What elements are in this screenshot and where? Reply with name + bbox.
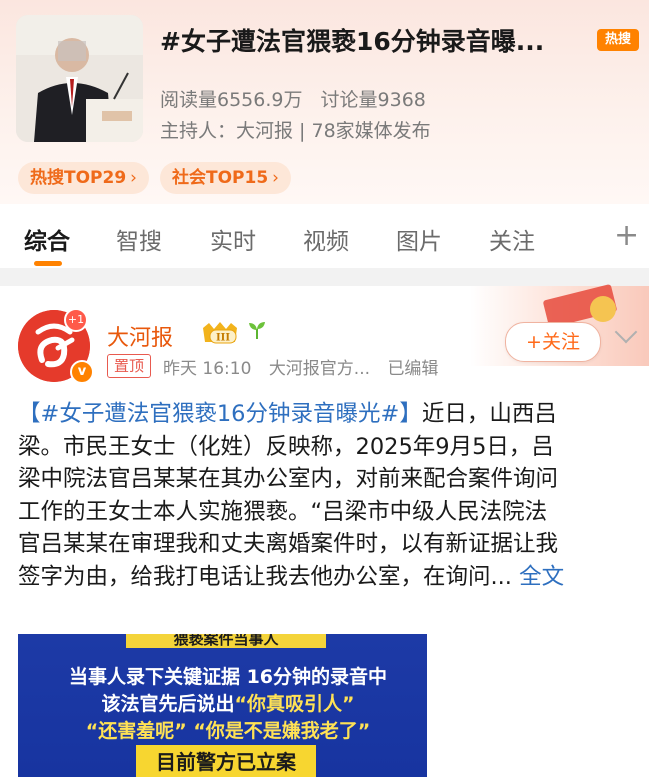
media-caption-quote: “你是不是嫌我老了” [193, 720, 371, 742]
verified-icon: v [70, 360, 94, 384]
post-video-thumbnail[interactable]: 猥亵案件当事人 当事人录下关键证据 16分钟的录音中 该法官先后说出“你真吸引人… [18, 634, 427, 777]
post-source[interactable]: 大河报官方... [269, 359, 370, 379]
post-line-4: 工作的王女士本人实施猥亵。“吕梁市中级人民法院法 [18, 498, 548, 525]
post-time: 昨天 16:10 [163, 359, 252, 379]
weibo-post-card: +1 v 大河报 III 置顶 昨天 16:10 大河报官方... 已编辑 +关… [0, 283, 649, 777]
topic-title: #女子遭法官猥亵16分钟录音曝... [160, 27, 545, 56]
sprout-icon [248, 320, 266, 345]
post-line-5: 官吕某某在审理我和丈夫离婚案件时，以有新证据让我 [18, 531, 559, 557]
expand-full-text-link[interactable]: 全文 [519, 564, 564, 590]
edited-label[interactable]: 已编辑 [387, 359, 438, 379]
tab-comprehensive[interactable]: 综合 [24, 222, 70, 256]
pinned-badge: 置顶 [107, 354, 152, 378]
discussion-count: 讨论量9368 [320, 89, 426, 111]
post-line-3: 梁中院法官吕某某在其办公室内，对前来配合案件询问 [18, 466, 559, 492]
tab-smart-search[interactable]: 智搜 [116, 222, 162, 256]
media-top-caption: 猥亵案件当事人 [173, 634, 279, 648]
post-text-segment: 近日，山西吕 [421, 401, 557, 427]
post-text-segment: 签字为由，给我打电话让我去他办公室，在询问... [18, 563, 512, 590]
follow-button[interactable]: +关注 [505, 322, 601, 362]
post-line-6: 签字为由，给我打电话让我去他办公室，在询问... 全文 [18, 561, 636, 594]
topic-hashtag-link[interactable]: 【#女子遭法官猥亵16分钟录音曝光#】 [18, 401, 422, 427]
section-divider [0, 268, 649, 286]
rank-pill-society[interactable]: 社会TOP15 › [160, 162, 291, 194]
post-line-2: 梁。市民王女士（化姓）反映称，2025年9月5日，吕 [18, 433, 554, 460]
topic-header: #女子遭法官猥亵16分钟录音曝... 热搜 阅读量6556.9万 讨论量9368… [0, 0, 649, 204]
topic-host-info: 主持人：大河报 | 78家媒体发布 [160, 120, 431, 142]
media-banner: 目前警方已立案 [136, 745, 316, 777]
member-crown-icon: III [203, 322, 237, 344]
tab-realtime[interactable]: 实时 [210, 222, 256, 256]
tab-video[interactable]: 视频 [303, 222, 349, 256]
rank-label: 热搜TOP29 [30, 168, 127, 188]
post-meta: 昨天 16:10 大河报官方... 已编辑 [163, 354, 450, 379]
chevron-right-icon: › [272, 168, 279, 188]
topic-cover-image[interactable] [16, 15, 143, 142]
topic-stats: 阅读量6556.9万 讨论量9368 [160, 85, 438, 112]
post-body: 【#女子遭法官猥亵16分钟录音曝光#】近日，山西吕 梁。市民王女士（化姓）反映称… [18, 398, 636, 593]
media-caption-text: 该法官先后说出 [101, 693, 235, 715]
read-count: 阅读量6556.9万 [160, 89, 303, 111]
hot-search-badge: 热搜 [597, 29, 639, 51]
media-caption-quote: “你真吸引人” [234, 693, 355, 715]
star-decoration-icon [590, 296, 616, 322]
rank-label: 社会TOP15 [172, 168, 269, 188]
member-level-text: III [216, 333, 230, 344]
cover-photo-illustration [16, 15, 143, 142]
chevron-right-icon: › [130, 168, 137, 188]
tab-images[interactable]: 图片 [396, 222, 442, 256]
tab-following[interactable]: 关注 [489, 222, 535, 256]
media-caption-line-3: “还害羞呢” “你是不是嫌我老了” [48, 716, 408, 743]
rank-pill-hot-search[interactable]: 热搜TOP29 › [18, 162, 149, 194]
post-line-1: 【#女子遭法官猥亵16分钟录音曝光#】近日，山西吕 [18, 398, 636, 431]
media-caption-quote: “还害羞呢” [85, 720, 187, 742]
media-caption-line-1: 当事人录下关键证据 16分钟的录音中 [68, 666, 388, 688]
add-tab-icon[interactable]: + [614, 218, 639, 253]
author-name[interactable]: 大河报 [107, 320, 173, 352]
media-caption-line-2: 该法官先后说出“你真吸引人” [48, 689, 408, 716]
active-tab-indicator [34, 261, 62, 266]
topic-tabs: 综合 智搜 实时 视频 图片 关注 + [0, 204, 649, 268]
avatar-update-badge: +1 [64, 308, 88, 332]
